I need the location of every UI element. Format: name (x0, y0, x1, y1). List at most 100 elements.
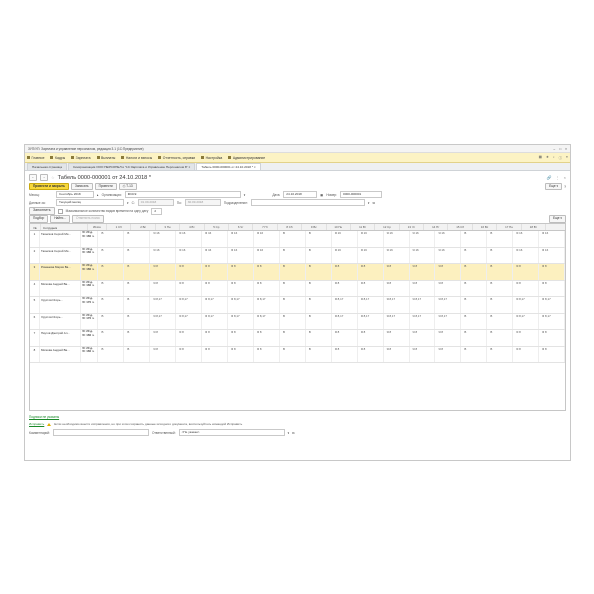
day-cell[interactable]: Я 8 (358, 264, 384, 280)
day-cell[interactable]: В (306, 297, 332, 313)
day-cell[interactable]: В (306, 313, 332, 329)
day-cell[interactable]: В (280, 231, 306, 247)
day-cell[interactable]: В (280, 346, 306, 362)
star-icon[interactable]: ★ (546, 155, 549, 160)
day-cell[interactable]: Я 8 (539, 264, 565, 280)
table-row[interactable]: 5 Хрустов Игорь... Я: 20 д. Я: 170 ч. В В Я 8,… (30, 297, 565, 314)
col-day[interactable]: 1 Сб (107, 224, 132, 230)
day-cell[interactable]: Я 8 (358, 330, 384, 346)
day-cell[interactable]: Я 8 (228, 330, 255, 346)
day-cell[interactable]: Я 8,17 (539, 313, 565, 329)
day-cell[interactable]: В (487, 231, 514, 247)
day-cell[interactable]: В (124, 297, 151, 313)
col-employee[interactable]: Сотрудник (41, 224, 88, 230)
day-cell[interactable]: Я 8 (513, 264, 540, 280)
day-cell[interactable]: Я 8 (228, 280, 255, 296)
close-form-icon[interactable]: × (564, 175, 566, 180)
day-cell[interactable]: Я 8 (202, 330, 229, 346)
day-cell[interactable]: Я 8,17 (410, 297, 436, 313)
day-cell[interactable]: Я 16 (332, 247, 358, 263)
to-field[interactable]: 30.09.2018 (184, 199, 221, 206)
forward-button[interactable]: → (40, 174, 48, 181)
post-button[interactable]: Провести (94, 182, 117, 191)
day-cell[interactable]: Я 8 (384, 346, 410, 362)
employee-name[interactable]: Таянсков Сергей Ми... (40, 247, 82, 263)
menu-item-reports[interactable]: Отчетность, справки (158, 156, 195, 160)
menu-item-admin[interactable]: Администрирование (228, 156, 265, 160)
maximize-icon[interactable]: □ (559, 147, 561, 151)
menu-item-main[interactable]: Главное (27, 156, 44, 160)
day-cell[interactable]: В (124, 280, 151, 296)
day-cell[interactable]: В (487, 297, 514, 313)
day-cell[interactable]: Я 16 (513, 247, 540, 263)
day-cell[interactable]: Я 16 (254, 247, 280, 263)
tab-timesheet[interactable]: Табель 0000-000001 от 24.10.2018 * × (196, 163, 261, 170)
col-number[interactable]: № (30, 224, 41, 230)
day-cell[interactable]: Я 8 (202, 264, 229, 280)
day-cell[interactable]: Я 16 (176, 247, 203, 263)
day-cell[interactable]: Я 8 (254, 280, 280, 296)
day-cell[interactable]: Я 16 (150, 247, 177, 263)
col-day[interactable]: 18 Вт (522, 224, 547, 230)
day-cell[interactable]: В (280, 297, 306, 313)
day-cell[interactable]: Я 8,17 (384, 297, 410, 313)
day-cell[interactable]: В (461, 247, 488, 263)
day-cell[interactable]: Я 8,17 (332, 313, 358, 329)
day-cell[interactable]: Я 16 (202, 231, 229, 247)
col-day[interactable]: 13 Чт (400, 224, 425, 230)
day-cell[interactable]: Я 8 (384, 264, 410, 280)
menu-item-taxes[interactable]: Налоги и взносы (121, 156, 152, 160)
calendar-icon[interactable]: ▦ (320, 193, 323, 197)
responsible-dropdown-icon[interactable]: ▾ (288, 431, 290, 435)
col-day[interactable]: 10 Пн (327, 224, 351, 230)
day-cell[interactable]: Я 16 (539, 247, 565, 263)
day-cell[interactable]: Я 8,17 (228, 297, 255, 313)
day-cell[interactable]: Я 8 (435, 346, 462, 362)
day-cell[interactable]: Я 8 (435, 280, 462, 296)
day-cell[interactable]: Я 8 (332, 346, 358, 362)
table-row[interactable]: 6 Хрустов Игорь... Я: 20 д. Я: 170 ч. В В Я 8,… (30, 313, 565, 330)
menu-item-settings[interactable]: Настройка (201, 156, 222, 160)
day-cell[interactable]: Я 8 (358, 346, 384, 362)
day-cell[interactable]: Я 8,17 (254, 297, 280, 313)
day-cell[interactable]: Я 8 (410, 280, 436, 296)
fill-button[interactable]: Заполнить (29, 207, 55, 215)
day-cell[interactable]: Я 16 (410, 247, 436, 263)
col-day[interactable]: 12 Ср (375, 224, 400, 230)
col-day[interactable]: 15 Сб (448, 224, 473, 230)
menu-item-payments[interactable]: Выплаты (96, 156, 115, 160)
info-icon[interactable]: ⓘ (559, 155, 562, 160)
day-cell[interactable]: В (306, 231, 332, 247)
favorite-star-icon[interactable]: ☆ (51, 175, 55, 180)
day-cell[interactable]: В (124, 330, 151, 346)
day-cell[interactable]: В (487, 346, 514, 362)
col-day[interactable]: 4 Вт (180, 224, 205, 230)
employee-name[interactable]: Паутов Дмитрий Ал... (40, 330, 82, 346)
employee-name[interactable]: Хрустов Игорь... (40, 297, 82, 313)
day-cell[interactable]: Я 8 (176, 264, 203, 280)
day-cell[interactable]: В (280, 330, 306, 346)
data-for-dropdown-icon[interactable]: ▾ (127, 201, 129, 205)
employee-name[interactable]: Таянсков Сергей Ми... (40, 231, 82, 247)
day-cell[interactable]: Я 16 (332, 231, 358, 247)
col-day[interactable]: 8 Сб (278, 224, 303, 230)
day-cell[interactable]: В (280, 247, 306, 263)
menu-item-salary[interactable]: Зарплата (71, 156, 91, 160)
day-cell[interactable]: Я 8,17 (513, 313, 540, 329)
day-cell[interactable]: В (487, 313, 514, 329)
print-t13-button[interactable]: ⎙ Т-13 (118, 182, 137, 191)
day-cell[interactable]: Я 8 (176, 280, 203, 296)
day-cell[interactable]: Я 8 (176, 330, 203, 346)
org-dropdown-icon[interactable]: ▾ (244, 193, 246, 197)
day-cell[interactable]: В (306, 264, 332, 280)
day-cell[interactable]: В (461, 231, 488, 247)
day-cell[interactable]: Я 8 (513, 280, 540, 296)
day-cell[interactable]: В (461, 297, 488, 313)
day-cell[interactable]: Я 8 (539, 346, 565, 362)
day-cell[interactable]: В (280, 280, 306, 296)
day-cell[interactable]: Я 16 (358, 247, 384, 263)
day-cell[interactable]: Я 8 (254, 330, 280, 346)
save-button[interactable]: Записать (70, 182, 93, 191)
day-cell[interactable]: В (487, 330, 514, 346)
day-cell[interactable]: В (98, 247, 125, 263)
